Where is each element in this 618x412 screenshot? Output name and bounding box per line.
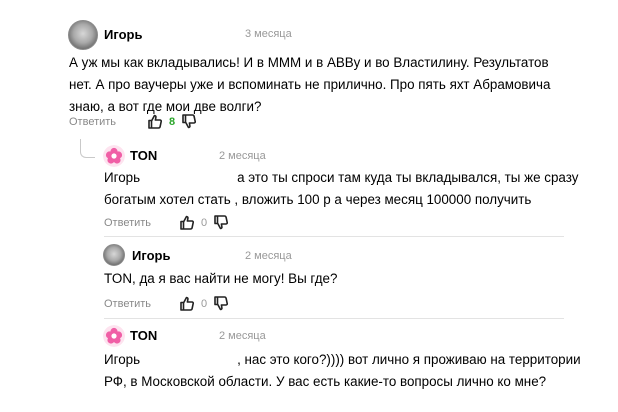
like-count: 0 (201, 216, 208, 229)
mention[interactable]: Игорь (104, 352, 140, 367)
like-count: 0 (201, 297, 208, 310)
vote-controls: 8 (148, 114, 197, 129)
mention[interactable]: Игорь (104, 170, 140, 185)
comment-text-line: А уж мы как вкладывались! И в МММ и в АВ… (69, 55, 549, 70)
comment-author[interactable]: TON (130, 328, 157, 343)
comment-date: 2 месяца (219, 330, 266, 342)
comment-text-line: Игорь а это ты спроси там куда ты вкладыв… (104, 170, 579, 185)
avatar[interactable] (103, 145, 125, 167)
comment-text: Игорь а это ты спроси там куда ты вкладыв… (104, 167, 578, 211)
comment-text-line: нет. А про ваучеры уже и вспоминать не п… (69, 77, 551, 92)
thumbs-down-icon[interactable] (214, 215, 229, 230)
comment-date: 3 месяца (245, 28, 292, 40)
thumbs-down-icon[interactable] (214, 296, 229, 311)
thumbs-down-icon[interactable] (182, 114, 197, 129)
like-count: 8 (169, 115, 176, 128)
vote-controls: 0 (180, 215, 229, 230)
comment-date: 2 месяца (245, 250, 292, 262)
thread-connector (80, 139, 95, 158)
divider (104, 318, 564, 319)
thumbs-up-icon[interactable] (180, 215, 194, 230)
comment-date: 2 месяца (219, 150, 266, 162)
comment-text: Игорь, нас это кого?)))) вот лично я про… (104, 349, 581, 393)
avatar[interactable] (103, 244, 125, 266)
comment-text-line: богатым хотел стать , вложить 100 р а че… (104, 192, 532, 207)
comment-author[interactable]: Игорь (132, 248, 170, 263)
comment-author[interactable]: Игорь (104, 27, 142, 42)
comment-text: А уж мы как вкладывались! И в МММ и в АВ… (69, 52, 550, 118)
divider (104, 236, 564, 237)
comment-text-line: РФ, в Московской области. У вас есть как… (104, 374, 547, 389)
comment-text-line: TON, да я вас найти не могу! Вы где? (104, 271, 338, 286)
reply-button[interactable]: Ответить (104, 217, 151, 229)
avatar[interactable] (68, 20, 98, 50)
comment-author[interactable]: TON (130, 148, 157, 163)
avatar[interactable] (103, 325, 125, 347)
vote-controls: 0 (180, 296, 229, 311)
comment-text-line: Игорь, нас это кого?)))) вот лично я про… (104, 352, 581, 367)
reply-button[interactable]: Ответить (69, 116, 116, 128)
thumbs-up-icon[interactable] (180, 296, 194, 311)
reply-button[interactable]: Ответить (104, 298, 151, 310)
comment-text-line: знаю, а вот где мои две волги? (69, 99, 262, 114)
comment-text: TON, да я вас найти не могу! Вы где? (104, 268, 337, 290)
thumbs-up-icon[interactable] (148, 114, 162, 129)
